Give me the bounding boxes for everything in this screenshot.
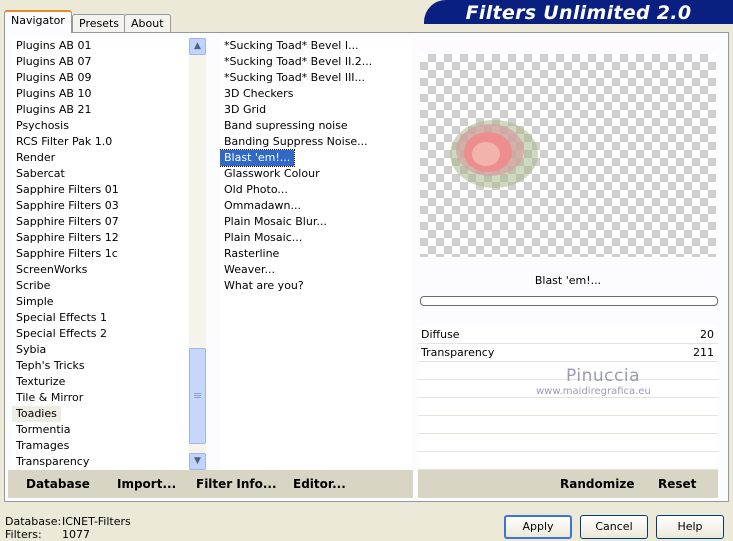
filter-item[interactable]: Plain Mosaic... (220, 230, 412, 246)
randomize-button[interactable]: Randomize (560, 477, 634, 491)
category-item[interactable]: Sapphire Filters 07 (12, 214, 188, 230)
filter-item[interactable]: Rasterline (220, 246, 412, 262)
app-title: Filters Unlimited 2.0 (465, 2, 692, 24)
category-item[interactable]: Plugins AB 01 (12, 38, 188, 54)
param-row-empty (418, 452, 718, 470)
category-item[interactable]: Render (12, 150, 188, 166)
param-value: 211 (693, 346, 714, 359)
progress-bar (420, 296, 718, 306)
filter-list[interactable]: *Sucking Toad* Bevel I... *Sucking Toad* … (220, 38, 412, 470)
editor-button[interactable]: Editor... (293, 477, 346, 491)
tab-presets[interactable]: Presets (72, 14, 127, 32)
filter-info-button[interactable]: Filter Info... (196, 477, 277, 491)
filters-label: Filters: (5, 528, 42, 541)
category-item[interactable]: Sapphire Filters 01 (12, 182, 188, 198)
category-item[interactable]: Plugins AB 21 (12, 102, 188, 118)
category-item[interactable]: RCS Filter Pak 1.0 (12, 134, 188, 150)
filter-item[interactable]: Old Photo... (220, 182, 412, 198)
param-row-empty (418, 398, 718, 416)
filters-count: 1077 (62, 528, 90, 541)
category-item[interactable]: Psychosis (12, 118, 188, 134)
reset-button[interactable]: Reset (658, 477, 696, 491)
category-item[interactable]: Special Effects 2 (12, 326, 188, 342)
preview-blob (450, 120, 538, 188)
category-item[interactable]: Plugins AB 10 (12, 86, 188, 102)
param-row-empty (418, 416, 718, 434)
scroll-down-arrow-icon[interactable]: ▼ (189, 453, 206, 470)
param-actions-bar: Randomize Reset (418, 470, 718, 498)
database-button[interactable]: Database (26, 477, 90, 491)
apply-button[interactable]: Apply (504, 515, 572, 539)
param-value: 20 (700, 328, 714, 341)
category-list[interactable]: Plugins AB 01 Plugins AB 07 Plugins AB 09 P… (12, 38, 188, 470)
filter-item[interactable]: Banding Suppress Noise... (220, 134, 412, 150)
category-item[interactable]: Scribe (12, 278, 188, 294)
category-item[interactable]: Transparency (12, 454, 188, 470)
category-item[interactable]: Toadies (12, 406, 61, 422)
category-item[interactable]: Sapphire Filters 12 (12, 230, 188, 246)
category-item[interactable]: Plugins AB 09 (12, 70, 188, 86)
filter-item[interactable]: What are you? (220, 278, 412, 294)
status-info: Database:ICNET-Filters Filters: 1077 (5, 515, 131, 541)
category-scrollbar[interactable]: ▲ ▼ (189, 38, 206, 470)
help-button[interactable]: Help (656, 515, 724, 539)
category-item[interactable]: Sapphire Filters 03 (12, 198, 188, 214)
category-item[interactable]: Special Effects 1 (12, 310, 188, 326)
database-label: Database: (5, 515, 62, 528)
app-banner: Filters Unlimited 2.0 (424, 0, 733, 24)
filter-item[interactable]: Ommadawn... (220, 198, 412, 214)
filter-item[interactable]: Weaver... (220, 262, 412, 278)
param-name: Transparency (421, 346, 495, 359)
category-item[interactable]: Tile & Mirror (12, 390, 188, 406)
tab-about[interactable]: About (124, 14, 171, 32)
cancel-button[interactable]: Cancel (580, 515, 648, 539)
filter-item[interactable]: *Sucking Toad* Bevel I... (220, 38, 412, 54)
category-item[interactable]: Sapphire Filters 1c (12, 246, 188, 262)
preview-image (420, 54, 716, 257)
category-item[interactable]: Texturize (12, 374, 188, 390)
scrollbar-thumb[interactable] (189, 348, 206, 444)
category-item[interactable]: Teph's Tricks (12, 358, 188, 374)
watermark-url: www.maidiregrafica.eu (536, 386, 651, 397)
database-value: ICNET-Filters (62, 515, 131, 528)
filter-item[interactable]: 3D Grid (220, 102, 412, 118)
category-item[interactable]: Tormentia (12, 422, 188, 438)
category-item[interactable]: Tramages (12, 438, 188, 454)
preview-filter-name: Blast 'em!... (534, 274, 602, 287)
scroll-up-arrow-icon[interactable]: ▲ (189, 38, 206, 55)
param-row-diffuse[interactable]: Diffuse 20 (418, 326, 718, 344)
filter-item[interactable]: *Sucking Toad* Bevel III... (220, 70, 412, 86)
category-item[interactable]: Simple (12, 294, 188, 310)
filter-item[interactable]: Glasswork Colour (220, 166, 412, 182)
filter-item[interactable]: Band supressing noise (220, 118, 412, 134)
category-item[interactable]: Plugins AB 07 (12, 54, 188, 70)
filter-item[interactable]: Plain Mosaic Blur... (220, 214, 412, 230)
tab-navigator[interactable]: Navigator (4, 10, 72, 33)
filter-actions-bar: Database Import... Filter Info... Editor… (8, 470, 413, 498)
filter-item[interactable]: 3D Checkers (220, 86, 412, 102)
param-name: Diffuse (421, 328, 460, 341)
category-item[interactable]: Sybia (12, 342, 188, 358)
category-item[interactable]: ScreenWorks (12, 262, 188, 278)
param-row-empty (418, 434, 718, 452)
watermark-name: Pinuccia (566, 366, 640, 386)
filter-item[interactable]: Blast 'em!... (220, 149, 296, 167)
filter-item[interactable]: *Sucking Toad* Bevel II.2... (220, 54, 412, 70)
param-row-transparency[interactable]: Transparency 211 (418, 344, 718, 362)
import-button[interactable]: Import... (117, 477, 176, 491)
category-item[interactable]: Sabercat (12, 166, 188, 182)
